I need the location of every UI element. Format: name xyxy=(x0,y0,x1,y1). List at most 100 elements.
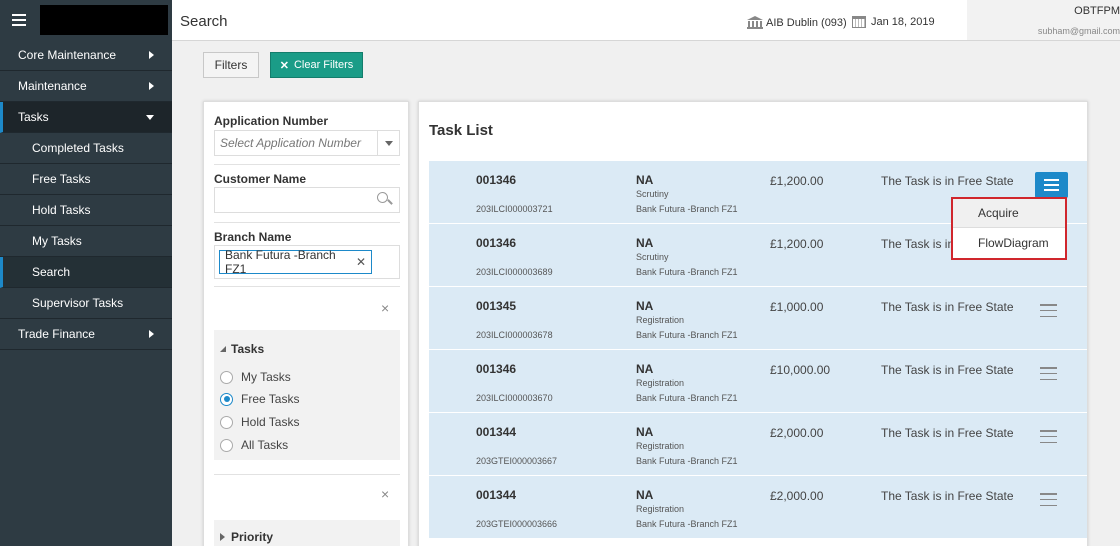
radio-label: My Tasks xyxy=(241,370,291,384)
radio-button[interactable] xyxy=(220,370,233,384)
task-number: 001345 xyxy=(476,299,517,313)
task-stage: Scrutiny xyxy=(636,189,669,199)
sidebar-subitem-free-tasks[interactable]: Free Tasks xyxy=(0,164,172,195)
branch-name-label: Branch Name xyxy=(214,230,292,244)
task-stage: Registration xyxy=(636,315,685,325)
branch-name-input[interactable]: Bank Futura -Branch FZ1 ✕ xyxy=(214,245,400,279)
sidebar-subitem-search[interactable]: Search xyxy=(0,257,172,288)
sidebar-item-trade-finance[interactable]: Trade Finance xyxy=(0,319,172,350)
task-row[interactable]: 001346 203ILCI000003670 NA Registration … xyxy=(429,350,1087,413)
task-stage: Registration xyxy=(636,504,685,514)
task-na: NA xyxy=(636,488,654,502)
row-menu-icon[interactable] xyxy=(1040,493,1057,506)
task-branch: Bank Futura -Branch FZ1 xyxy=(636,204,738,214)
sidebar-subitem-supervisor-tasks[interactable]: Supervisor Tasks xyxy=(0,288,172,319)
chevron-right-icon xyxy=(149,51,154,59)
priority-group-toggle[interactable]: Priority xyxy=(220,530,273,544)
close-priority-filter-icon[interactable]: × xyxy=(381,486,389,502)
task-reference: 203ILCI000003678 xyxy=(476,330,553,340)
sidebar-subitem-completed-tasks[interactable]: Completed Tasks xyxy=(0,133,172,164)
sidebar-item-core-maintenance[interactable]: Core Maintenance xyxy=(0,40,172,71)
sidebar-item-maintenance[interactable]: Maintenance xyxy=(0,71,172,102)
expand-triangle-icon xyxy=(220,533,225,541)
row-menu-icon-active[interactable] xyxy=(1035,172,1068,198)
user-email: subham@gmail.com xyxy=(1037,26,1120,36)
radio-free-tasks[interactable]: Free Tasks xyxy=(220,392,299,406)
close-tasks-filter-icon[interactable]: × xyxy=(381,300,389,316)
task-stage: Scrutiny xyxy=(636,252,669,262)
task-stage: Registration xyxy=(636,441,685,451)
task-amount: £10,000.00 xyxy=(770,363,831,377)
task-row[interactable]: 001345 203ILCI000003678 NA Registration … xyxy=(429,287,1087,350)
close-icon: ✕ xyxy=(279,59,289,72)
sidebar-subitem-my-tasks[interactable]: My Tasks xyxy=(0,226,172,257)
task-branch: Bank Futura -Branch FZ1 xyxy=(636,267,738,277)
branch-tag-label: Bank Futura -Branch FZ1 xyxy=(225,248,336,276)
task-amount: £1,200.00 xyxy=(770,237,824,251)
customer-name-input[interactable] xyxy=(214,187,400,213)
sidebar-subitem-hold-tasks[interactable]: Hold Tasks xyxy=(0,195,172,226)
task-na: NA xyxy=(636,173,654,187)
row-menu-icon[interactable] xyxy=(1040,367,1057,380)
radio-label: All Tasks xyxy=(241,438,289,452)
radio-all-tasks[interactable]: All Tasks xyxy=(220,438,288,452)
task-amount: £2,000.00 xyxy=(770,489,824,503)
tasks-filter-group: Tasks My Tasks Free Tasks Hold Tasks All… xyxy=(214,330,400,460)
task-row[interactable]: 001344 203GTEI000003667 NA Registration … xyxy=(429,413,1087,476)
hamburger-menu-icon[interactable] xyxy=(12,14,26,26)
menu-item-flowdiagram[interactable]: FlowDiagram xyxy=(953,228,1065,257)
header: Search AIB Dublin (093) Jan 18, 2019 OBT… xyxy=(172,0,1120,41)
main-content: Filters ✕ Clear Filters Application Numb… xyxy=(172,41,1120,546)
sidebar-item-tasks[interactable]: Tasks xyxy=(0,102,172,133)
application-number-placeholder: Select Application Number xyxy=(220,136,361,150)
clear-filters-button[interactable]: ✕ Clear Filters xyxy=(270,52,363,78)
sidebar-subitem-label: Free Tasks xyxy=(32,172,91,186)
task-status: The Task is in Free State xyxy=(881,300,1014,314)
branch-indicator[interactable]: AIB Dublin (093) xyxy=(747,16,847,29)
task-reference: 203ILCI000003670 xyxy=(476,393,553,403)
task-branch: Bank Futura -Branch FZ1 xyxy=(636,519,738,529)
task-number: 001346 xyxy=(476,236,517,250)
task-status: The Task is in Free State xyxy=(881,363,1014,377)
page-title: Search xyxy=(180,13,228,30)
sidebar: Core Maintenance Maintenance Tasks Compl… xyxy=(0,0,172,546)
bank-icon xyxy=(747,16,763,29)
task-branch: Bank Futura -Branch FZ1 xyxy=(636,456,738,466)
search-icon[interactable] xyxy=(377,192,393,206)
task-status: The Task is in Free State xyxy=(881,489,1014,503)
sidebar-item-label: Maintenance xyxy=(18,79,87,93)
sidebar-subitem-label: My Tasks xyxy=(32,234,82,248)
task-amount: £1,000.00 xyxy=(770,300,824,314)
radio-my-tasks[interactable]: My Tasks xyxy=(220,370,291,384)
tasks-group-toggle[interactable]: Tasks xyxy=(220,342,264,356)
chevron-down-icon xyxy=(146,114,154,120)
tasks-group-title: Tasks xyxy=(231,342,265,356)
radio-hold-tasks[interactable]: Hold Tasks xyxy=(220,415,299,429)
task-row[interactable]: 001344 203GTEI000003666 NA Registration … xyxy=(429,476,1087,539)
task-branch: Bank Futura -Branch FZ1 xyxy=(636,330,738,340)
date-indicator[interactable]: Jan 18, 2019 xyxy=(852,16,935,28)
radio-button-selected[interactable] xyxy=(220,392,233,406)
radio-button[interactable] xyxy=(220,438,233,452)
radio-button[interactable] xyxy=(220,415,233,429)
user-menu[interactable]: OBTFPM subham@gmail.com xyxy=(967,0,1120,40)
task-reference: 203GTEI000003666 xyxy=(476,519,558,529)
task-reference: 203GTEI000003667 xyxy=(476,456,558,466)
task-list-panel: Task List 001346 203ILCI000003721 NA Scr… xyxy=(418,101,1088,546)
remove-tag-icon[interactable]: ✕ xyxy=(356,255,366,269)
application-number-select[interactable]: Select Application Number xyxy=(214,130,400,156)
row-menu-icon[interactable] xyxy=(1040,304,1057,317)
app-logo xyxy=(40,5,168,35)
task-status: The Task is in Free State xyxy=(881,174,1014,188)
task-na: NA xyxy=(636,425,654,439)
task-number: 001344 xyxy=(476,488,517,502)
task-number: 001346 xyxy=(476,173,517,187)
date-label: Jan 18, 2019 xyxy=(871,16,935,28)
dropdown-caret-icon[interactable] xyxy=(377,131,399,155)
filter-panel: Application Number Select Application Nu… xyxy=(203,101,409,546)
customer-name-label: Customer Name xyxy=(214,172,307,186)
filters-button[interactable]: Filters xyxy=(203,52,259,78)
menu-item-acquire[interactable]: Acquire xyxy=(953,199,1065,228)
row-menu-icon[interactable] xyxy=(1040,430,1057,443)
task-list-title: Task List xyxy=(429,122,493,139)
